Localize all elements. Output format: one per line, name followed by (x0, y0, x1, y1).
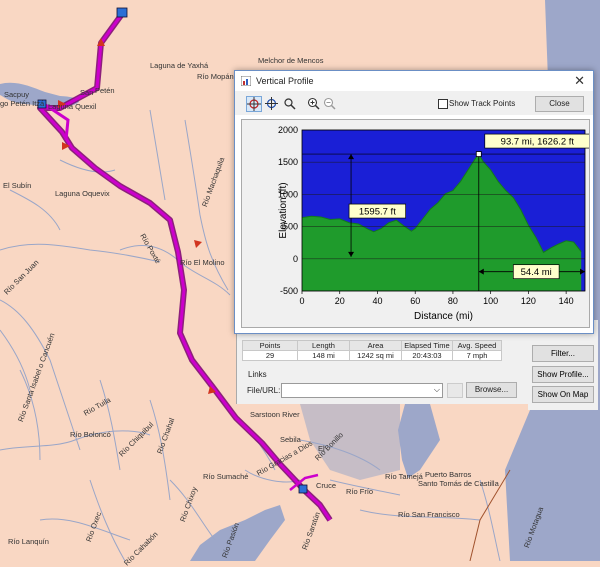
y-tick-label: 0 (293, 254, 298, 264)
map-label: Sacpuy (4, 90, 30, 99)
x-tick-label: 120 (521, 296, 536, 306)
x-tick-label: 100 (483, 296, 498, 306)
y-tick-label: 2000 (278, 125, 298, 135)
map-label: Río Lanquín (8, 537, 49, 546)
track-stats-table: Points Length Area Elapsed Time Avg. Spe… (242, 340, 502, 361)
elevation-chart-frame: -500 0 500 1000 1500 2000 0 20 40 60 80 100 120 140 Di… (241, 119, 591, 328)
horizontal-measure-label: 54.4 mi (521, 267, 552, 278)
filter-button[interactable]: Filter... (532, 345, 594, 362)
x-axis-label: Distance (mi) (414, 311, 473, 322)
stats-header: Elapsed Time (401, 340, 453, 351)
map-label: Santo Tomás de Castilla (418, 479, 499, 488)
x-tick-label: 80 (448, 296, 458, 306)
map-label: Río Boloncó (70, 430, 111, 439)
gulf-honduras (300, 404, 400, 480)
x-tick-label: 40 (372, 296, 382, 306)
close-button[interactable]: Close (535, 96, 584, 112)
stats-value: 148 mi (297, 350, 350, 361)
stats-value: 29 (242, 350, 298, 361)
dialog-titlebar[interactable]: Vertical Profile ✕ (235, 71, 593, 91)
x-tick-label: 20 (335, 296, 345, 306)
map-label: Río Frío (346, 487, 374, 496)
stats-header: Avg. Speed (452, 340, 502, 351)
stats-value: 1242 sq mi (349, 350, 402, 361)
close-icon[interactable]: ✕ (574, 73, 585, 89)
browse-button[interactable]: Browse... (466, 382, 517, 398)
bay-amatique (398, 404, 440, 478)
links-group-label: Links (248, 370, 267, 379)
map-label: Río Mopán (197, 72, 234, 81)
y-axis-label: Elevation (ft) (278, 182, 289, 238)
map-label: Cruce (316, 481, 337, 490)
map-label: Laguna Quexil (48, 102, 97, 111)
dialog-title: Vertical Profile (256, 76, 314, 86)
elevation-chart[interactable]: -50005001000150020000 20 40 60 80 100 120 140Di… (242, 120, 591, 327)
cursor-label: 93.7 mi, 1626.2 ft (501, 137, 575, 148)
y-tick-label: 1500 (278, 157, 298, 167)
show-profile-button[interactable]: Show Profile... (532, 366, 594, 383)
map-label: Río San Francisco (398, 510, 460, 519)
zoom-out-icon[interactable] (323, 97, 336, 110)
x-tick-label: 140 (559, 296, 574, 306)
map-label: Petén (95, 86, 115, 95)
stats-value: 20:43:03 (401, 350, 453, 361)
rotate-icon[interactable] (283, 97, 296, 110)
stats-header: Points (242, 340, 298, 351)
map-label: Laguna Oquevix (55, 189, 110, 198)
map-label: Laguna de Yaxhá (150, 61, 209, 70)
map-label: Río Sumaché (203, 472, 249, 481)
crosshair-select-icon[interactable] (246, 96, 262, 112)
show-track-points-checkbox[interactable] (438, 99, 448, 109)
map-label: Melchor de Mencos (258, 56, 324, 65)
stats-value: 7 mph (452, 350, 502, 361)
x-tick-label: 60 (410, 296, 420, 306)
y-tick-label: -500 (280, 286, 298, 296)
profile-chart-icon (241, 76, 251, 86)
chevron-down-icon[interactable]: ⌵ (434, 385, 440, 395)
show-track-points-label: Show Track Points (449, 99, 516, 108)
vertical-measure-label: 1595.7 ft (359, 207, 396, 218)
profile-toolbar: Show Track Points Close (235, 91, 593, 115)
open-link-button[interactable] (447, 383, 463, 398)
file-url-combobox[interactable]: ⌵ (281, 383, 443, 398)
show-on-map-button[interactable]: Show On Map (532, 386, 594, 403)
waypoint-end-icon (298, 484, 308, 494)
map-label: San (80, 88, 94, 97)
stats-header: Area (349, 340, 402, 351)
zoom-in-icon[interactable] (307, 97, 320, 110)
cursor-marker (475, 151, 482, 157)
file-url-label: File/URL: (247, 386, 281, 395)
map-label: Sarstoon River (250, 410, 300, 419)
waypoint-start-icon (116, 7, 128, 18)
map-label: go Petén Itzá (0, 99, 45, 108)
crosshair-pan-icon[interactable] (265, 97, 278, 110)
map-label: Río El Molino (180, 258, 225, 267)
map-label: El (318, 444, 325, 453)
map-label: El Subín (3, 181, 32, 190)
map-label: Puerto Barros (425, 470, 472, 479)
stats-header: Length (297, 340, 350, 351)
vertical-profile-dialog: Vertical Profile ✕ Show Track Points Clo… (234, 70, 594, 334)
map-label: Sebila (280, 435, 301, 444)
x-tick-label: 0 (299, 296, 304, 306)
